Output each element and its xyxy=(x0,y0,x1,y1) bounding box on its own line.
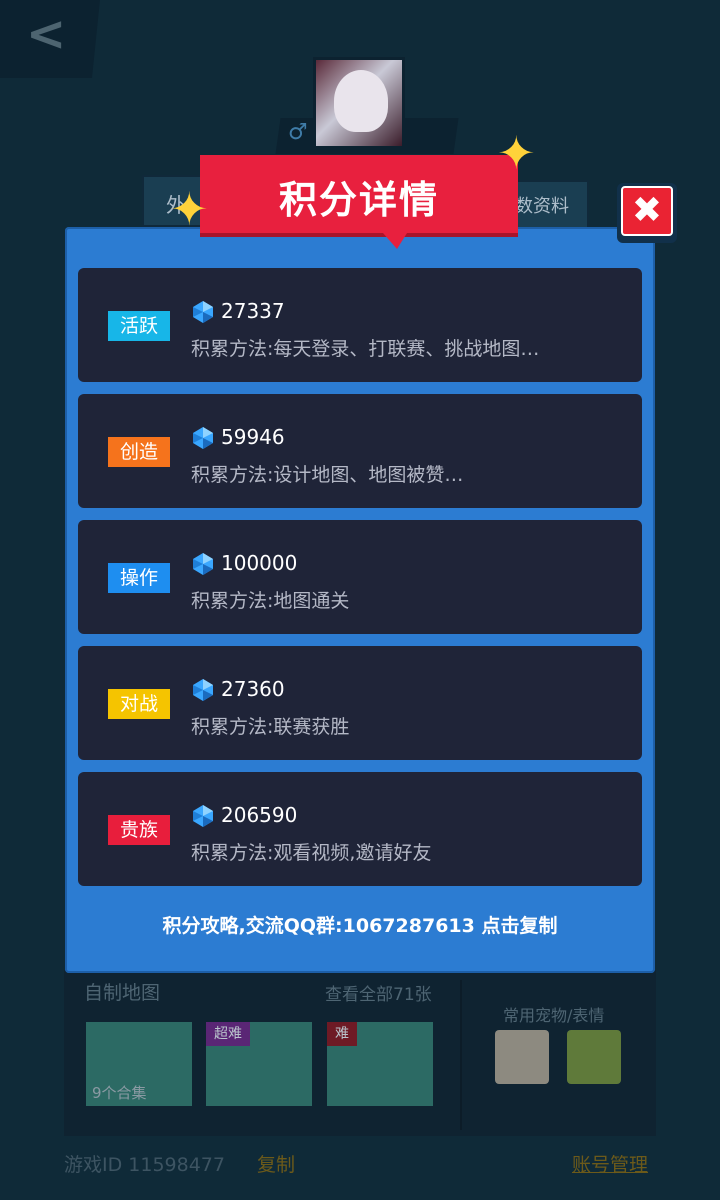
tab-data-label: 数资料 xyxy=(515,196,569,217)
crystal-icon xyxy=(193,301,213,323)
account-management-link[interactable]: 账号管理 xyxy=(572,1150,648,1177)
accumulation-method: 积累方法:联赛获胜 xyxy=(191,716,350,738)
points-card: 贵族 206590 积累方法:观看视频,邀请好友 xyxy=(78,772,642,886)
qq-group-copy-link[interactable]: 积分攻略,交流QQ群:1067287613 点击复制 xyxy=(65,911,655,938)
male-icon: ♂ xyxy=(288,120,308,145)
copy-id-button[interactable]: 复制 xyxy=(257,1150,295,1177)
points-value: 59946 xyxy=(221,425,285,449)
accumulation-method: 积累方法:每天登录、打联赛、挑战地图… xyxy=(191,338,540,360)
close-button[interactable]: ✖ xyxy=(617,183,677,243)
points-card: 活跃 27337 积累方法:每天登录、打联赛、挑战地图… xyxy=(78,268,642,382)
pets-title: 常用宠物/表情 xyxy=(503,1006,605,1025)
difficulty-badge: 难 xyxy=(327,1022,357,1046)
modal-title-ribbon: 积分详情 xyxy=(200,155,518,249)
category-tag: 对战 xyxy=(108,689,170,719)
star-icon: ✦ xyxy=(170,182,209,236)
accumulation-method: 积累方法:观看视频,邀请好友 xyxy=(191,842,432,864)
collection-count: 9个合集 xyxy=(92,1084,147,1102)
close-button-face: ✖ xyxy=(621,186,673,236)
crystal-icon xyxy=(193,805,213,827)
accumulation-method: 积累方法:设计地图、地图被赞… xyxy=(191,464,464,486)
difficulty-badge: 超难 xyxy=(206,1022,250,1046)
star-icon: ✦ xyxy=(497,126,536,180)
modal-title: 积分详情 xyxy=(278,178,439,222)
pet-avatar[interactable] xyxy=(495,1030,549,1084)
points-value: 27360 xyxy=(221,677,285,701)
category-tag: 创造 xyxy=(108,437,170,467)
points-card: 对战 27360 积累方法:联赛获胜 xyxy=(78,646,642,760)
crystal-icon xyxy=(193,553,213,575)
points-card: 操作 100000 积累方法:地图通关 xyxy=(78,520,642,634)
accumulation-method: 积累方法:地图通关 xyxy=(191,590,350,612)
avatar-face xyxy=(334,70,388,132)
pet-avatar[interactable] xyxy=(567,1030,621,1084)
points-card: 创造 59946 积累方法:设计地图、地图被赞… xyxy=(78,394,642,508)
category-tag: 活跃 xyxy=(108,311,170,341)
ribbon-notch xyxy=(383,233,407,249)
category-tag: 操作 xyxy=(108,563,170,593)
close-x-icon: ✖ xyxy=(631,190,663,231)
game-id-label: 游戏ID 11598477 xyxy=(64,1154,225,1176)
category-tag: 贵族 xyxy=(108,815,170,845)
crystal-icon xyxy=(193,427,213,449)
custom-maps-title: 自制地图 xyxy=(84,982,161,1004)
divider xyxy=(460,980,462,1130)
chevron-left-icon: < xyxy=(26,6,67,62)
avatar[interactable] xyxy=(313,57,405,149)
points-value: 206590 xyxy=(221,803,298,827)
points-value: 27337 xyxy=(221,299,285,323)
crystal-icon xyxy=(193,679,213,701)
points-value: 100000 xyxy=(221,551,298,575)
back-button[interactable]: < xyxy=(0,0,100,78)
view-all-maps-link[interactable]: 查看全部71张 xyxy=(325,980,432,1005)
